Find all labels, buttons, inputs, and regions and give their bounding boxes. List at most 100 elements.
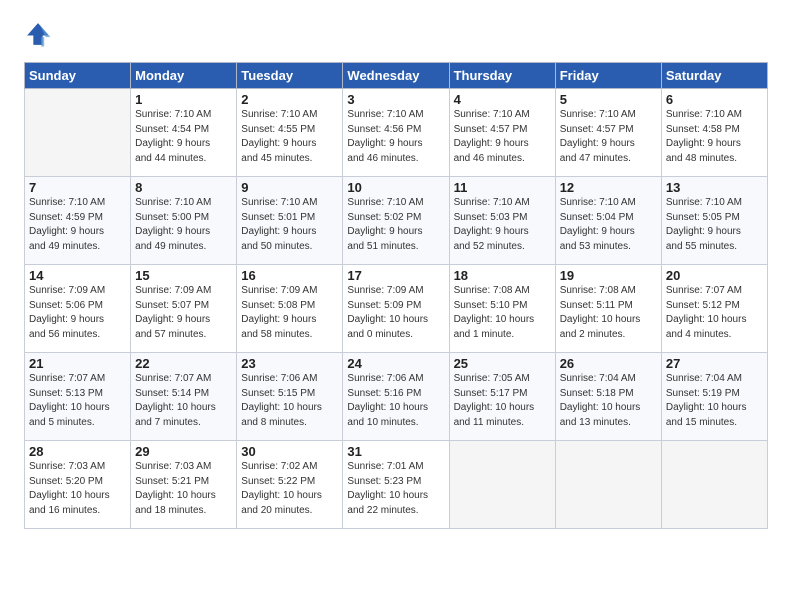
calendar-day-cell: 14Sunrise: 7:09 AMSunset: 5:06 PMDayligh… <box>25 265 131 353</box>
sunrise-text: Sunrise: 7:05 AM <box>454 373 530 384</box>
daylight-text: Daylight: 9 hours <box>666 138 741 149</box>
sunset-text: Sunset: 5:07 PM <box>135 300 209 311</box>
calendar-week-row: 14Sunrise: 7:09 AMSunset: 5:06 PMDayligh… <box>25 265 768 353</box>
calendar-day-cell: 15Sunrise: 7:09 AMSunset: 5:07 PMDayligh… <box>131 265 237 353</box>
daylight-text: Daylight: 9 hours <box>560 138 635 149</box>
sunrise-text: Sunrise: 7:01 AM <box>347 461 423 472</box>
calendar-day-cell: 16Sunrise: 7:09 AMSunset: 5:08 PMDayligh… <box>237 265 343 353</box>
calendar-day-cell: 24Sunrise: 7:06 AMSunset: 5:16 PMDayligh… <box>343 353 449 441</box>
sunset-text: Sunset: 4:59 PM <box>29 212 103 223</box>
daylight-text: Daylight: 9 hours <box>135 314 210 325</box>
sunset-text: Sunset: 5:19 PM <box>666 388 740 399</box>
sun-info: Sunrise: 7:10 AMSunset: 5:04 PMDaylight:… <box>560 196 657 254</box>
daylight-text-2: and 49 minutes. <box>29 241 100 252</box>
day-number: 4 <box>454 92 551 107</box>
sunrise-text: Sunrise: 7:07 AM <box>135 373 211 384</box>
logo-icon <box>24 20 52 48</box>
sunrise-text: Sunrise: 7:09 AM <box>347 285 423 296</box>
day-number: 31 <box>347 444 444 459</box>
daylight-text-2: and 20 minutes. <box>241 505 312 516</box>
sun-info: Sunrise: 7:10 AMSunset: 5:00 PMDaylight:… <box>135 196 232 254</box>
calendar-day-cell: 13Sunrise: 7:10 AMSunset: 5:05 PMDayligh… <box>661 177 767 265</box>
sunset-text: Sunset: 5:00 PM <box>135 212 209 223</box>
day-number: 28 <box>29 444 126 459</box>
daylight-text: Daylight: 9 hours <box>241 226 316 237</box>
daylight-text-2: and 49 minutes. <box>135 241 206 252</box>
calendar-day-cell: 18Sunrise: 7:08 AMSunset: 5:10 PMDayligh… <box>449 265 555 353</box>
day-number: 19 <box>560 268 657 283</box>
sunset-text: Sunset: 4:57 PM <box>454 124 528 135</box>
sunset-text: Sunset: 5:04 PM <box>560 212 634 223</box>
calendar-week-row: 1Sunrise: 7:10 AMSunset: 4:54 PMDaylight… <box>25 89 768 177</box>
day-number: 6 <box>666 92 763 107</box>
sunrise-text: Sunrise: 7:10 AM <box>560 109 636 120</box>
daylight-text: Daylight: 10 hours <box>347 402 428 413</box>
sun-info: Sunrise: 7:10 AMSunset: 5:05 PMDaylight:… <box>666 196 763 254</box>
sunrise-text: Sunrise: 7:10 AM <box>666 109 742 120</box>
sun-info: Sunrise: 7:10 AMSunset: 4:54 PMDaylight:… <box>135 108 232 166</box>
calendar-day-header: Wednesday <box>343 63 449 89</box>
calendar-day-cell: 12Sunrise: 7:10 AMSunset: 5:04 PMDayligh… <box>555 177 661 265</box>
day-number: 23 <box>241 356 338 371</box>
sunrise-text: Sunrise: 7:08 AM <box>560 285 636 296</box>
sun-info: Sunrise: 7:10 AMSunset: 4:58 PMDaylight:… <box>666 108 763 166</box>
calendar-day-cell: 29Sunrise: 7:03 AMSunset: 5:21 PMDayligh… <box>131 441 237 529</box>
daylight-text: Daylight: 10 hours <box>666 314 747 325</box>
sun-info: Sunrise: 7:10 AMSunset: 4:59 PMDaylight:… <box>29 196 126 254</box>
calendar-day-cell <box>25 89 131 177</box>
sunset-text: Sunset: 5:05 PM <box>666 212 740 223</box>
daylight-text: Daylight: 10 hours <box>29 490 110 501</box>
day-number: 17 <box>347 268 444 283</box>
sun-info: Sunrise: 7:10 AMSunset: 4:57 PMDaylight:… <box>454 108 551 166</box>
calendar-day-cell: 9Sunrise: 7:10 AMSunset: 5:01 PMDaylight… <box>237 177 343 265</box>
daylight-text: Daylight: 9 hours <box>241 138 316 149</box>
sunrise-text: Sunrise: 7:06 AM <box>241 373 317 384</box>
calendar-day-cell: 31Sunrise: 7:01 AMSunset: 5:23 PMDayligh… <box>343 441 449 529</box>
calendar-day-cell: 19Sunrise: 7:08 AMSunset: 5:11 PMDayligh… <box>555 265 661 353</box>
daylight-text-2: and 53 minutes. <box>560 241 631 252</box>
sunrise-text: Sunrise: 7:04 AM <box>666 373 742 384</box>
daylight-text-2: and 11 minutes. <box>454 417 524 428</box>
daylight-text: Daylight: 9 hours <box>135 226 210 237</box>
sunset-text: Sunset: 5:16 PM <box>347 388 421 399</box>
day-number: 5 <box>560 92 657 107</box>
calendar-table: SundayMondayTuesdayWednesdayThursdayFrid… <box>24 62 768 529</box>
daylight-text-2: and 57 minutes. <box>135 329 206 340</box>
daylight-text: Daylight: 10 hours <box>241 490 322 501</box>
calendar-day-cell <box>449 441 555 529</box>
daylight-text: Daylight: 10 hours <box>454 402 535 413</box>
daylight-text: Daylight: 10 hours <box>29 402 110 413</box>
daylight-text: Daylight: 9 hours <box>347 226 422 237</box>
sunset-text: Sunset: 5:15 PM <box>241 388 315 399</box>
sun-info: Sunrise: 7:08 AMSunset: 5:10 PMDaylight:… <box>454 284 551 342</box>
sun-info: Sunrise: 7:03 AMSunset: 5:21 PMDaylight:… <box>135 460 232 518</box>
sun-info: Sunrise: 7:09 AMSunset: 5:07 PMDaylight:… <box>135 284 232 342</box>
calendar-day-cell: 20Sunrise: 7:07 AMSunset: 5:12 PMDayligh… <box>661 265 767 353</box>
calendar-day-cell: 27Sunrise: 7:04 AMSunset: 5:19 PMDayligh… <box>661 353 767 441</box>
day-number: 24 <box>347 356 444 371</box>
sunrise-text: Sunrise: 7:09 AM <box>29 285 105 296</box>
daylight-text-2: and 8 minutes. <box>241 417 307 428</box>
sunset-text: Sunset: 5:11 PM <box>560 300 633 311</box>
daylight-text: Daylight: 9 hours <box>454 138 529 149</box>
sunset-text: Sunset: 5:12 PM <box>666 300 740 311</box>
sunrise-text: Sunrise: 7:10 AM <box>347 197 423 208</box>
day-number: 8 <box>135 180 232 195</box>
calendar-day-header: Friday <box>555 63 661 89</box>
daylight-text-2: and 15 minutes. <box>666 417 737 428</box>
sunrise-text: Sunrise: 7:10 AM <box>135 109 211 120</box>
calendar-day-header: Sunday <box>25 63 131 89</box>
daylight-text-2: and 56 minutes. <box>29 329 100 340</box>
sunrise-text: Sunrise: 7:02 AM <box>241 461 317 472</box>
sun-info: Sunrise: 7:04 AMSunset: 5:18 PMDaylight:… <box>560 372 657 430</box>
sun-info: Sunrise: 7:01 AMSunset: 5:23 PMDaylight:… <box>347 460 444 518</box>
sun-info: Sunrise: 7:10 AMSunset: 4:55 PMDaylight:… <box>241 108 338 166</box>
sun-info: Sunrise: 7:03 AMSunset: 5:20 PMDaylight:… <box>29 460 126 518</box>
sunset-text: Sunset: 4:57 PM <box>560 124 634 135</box>
daylight-text: Daylight: 10 hours <box>135 490 216 501</box>
sunrise-text: Sunrise: 7:03 AM <box>135 461 211 472</box>
daylight-text-2: and 55 minutes. <box>666 241 737 252</box>
calendar-day-cell: 30Sunrise: 7:02 AMSunset: 5:22 PMDayligh… <box>237 441 343 529</box>
calendar-day-cell <box>661 441 767 529</box>
calendar-day-header: Tuesday <box>237 63 343 89</box>
